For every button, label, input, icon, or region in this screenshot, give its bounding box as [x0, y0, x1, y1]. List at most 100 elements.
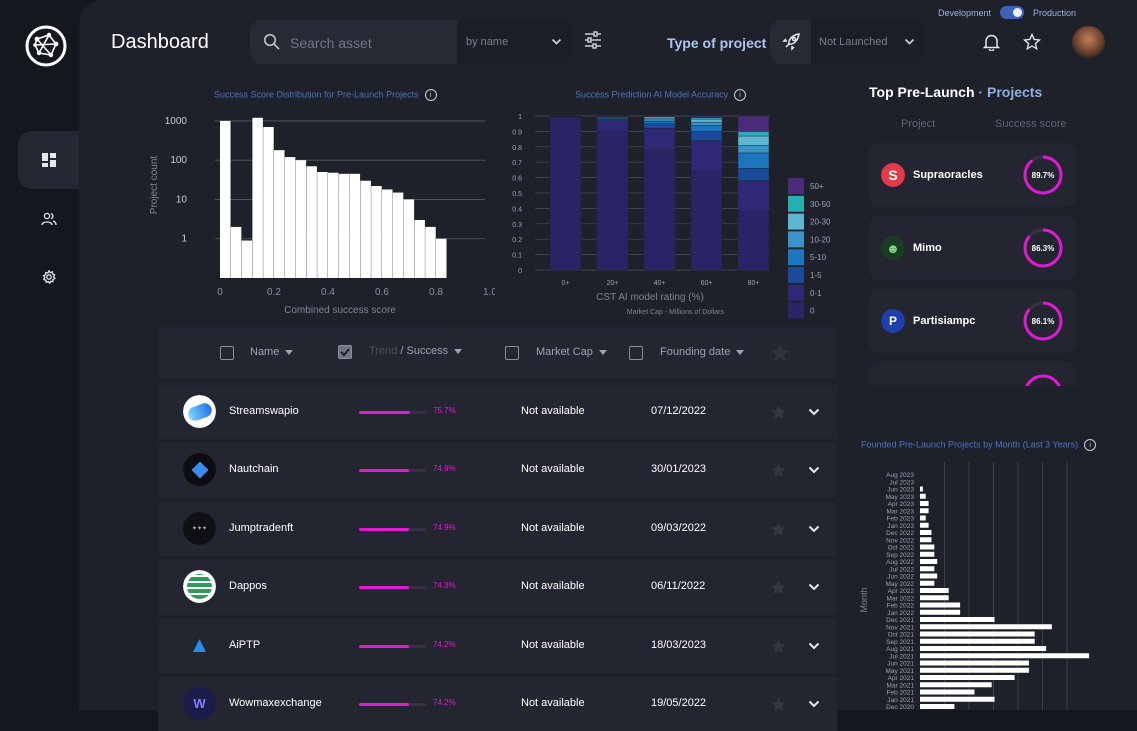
- info-icon[interactable]: i: [1084, 439, 1096, 451]
- project-type-select[interactable]: Not Launched: [770, 20, 925, 64]
- bell-icon[interactable]: [983, 33, 1000, 51]
- star-filter-icon[interactable]: [769, 342, 791, 364]
- info-icon[interactable]: i: [734, 89, 746, 101]
- accuracy-stack-segment: [550, 118, 581, 270]
- top-project-card[interactable]: PPartisiampc86.1%: [869, 289, 1076, 353]
- monthly-bar: [920, 545, 934, 550]
- nav-users[interactable]: [18, 190, 79, 248]
- search-by-select[interactable]: by name: [457, 20, 572, 64]
- project-name[interactable]: Nautchain: [229, 463, 279, 475]
- accuracy-stack-segment: [597, 121, 628, 132]
- monthly-y-tick: Jan 2023: [887, 523, 914, 530]
- accuracy-title: Success Prediction AI Model Accuracy: [575, 89, 728, 99]
- score-value: 89.7%: [1032, 171, 1055, 180]
- favorite-star-icon[interactable]: [770, 404, 787, 421]
- accuracy-stack-segment: [738, 181, 769, 212]
- success-score-gauge: 86.1%: [1022, 300, 1064, 342]
- sort-date-header[interactable]: Founding date: [660, 346, 744, 358]
- legend-swatch: [788, 178, 804, 194]
- project-type-value-box: Not Launched: [811, 20, 925, 64]
- accuracy-stack-segment: [597, 131, 628, 270]
- project-logo: ☻: [881, 236, 905, 260]
- accuracy-stack-segment: [738, 153, 769, 168]
- favorite-star-icon[interactable]: [770, 579, 787, 596]
- chevron-down-icon: [551, 36, 562, 47]
- table-row[interactable]: Nautchain74.9%Not available30/01/2023: [158, 443, 837, 497]
- nav-settings[interactable]: [18, 248, 79, 306]
- accuracy-x-tick: 0+: [562, 280, 570, 287]
- sort-name-header[interactable]: Name: [250, 346, 293, 358]
- select-success-checkbox[interactable]: [338, 345, 352, 359]
- favorite-star-icon[interactable]: [770, 521, 787, 538]
- monthly-y-tick: Oct 2021: [888, 632, 915, 639]
- table-row[interactable]: ▲AiPTP74.2%Not available18/03/2023: [158, 619, 837, 673]
- monthly-bar: [920, 624, 1052, 629]
- project-name[interactable]: Jumptradenft: [229, 522, 293, 534]
- search-input[interactable]: [288, 20, 460, 64]
- histogram-bar: [414, 220, 425, 278]
- project-name[interactable]: Wowmaxexchange: [229, 697, 322, 709]
- select-marketcap-checkbox[interactable]: [505, 346, 519, 360]
- monthly-y-tick: Mar 2023: [887, 508, 915, 515]
- favorite-star-icon[interactable]: [770, 462, 787, 479]
- top-col-project: Project: [901, 118, 935, 130]
- project-name[interactable]: Streamswapio: [229, 405, 299, 417]
- sort-success-header[interactable]: Trend / Success: [369, 345, 462, 357]
- favorites-star-icon[interactable]: [1023, 33, 1041, 51]
- table-row[interactable]: Dappos74.3%Not available06/11/2022: [158, 560, 837, 614]
- select-date-checkbox[interactable]: [629, 346, 643, 360]
- legend-swatch: [788, 214, 804, 230]
- user-avatar[interactable]: [1072, 26, 1105, 59]
- histogram-x-tick: 0.2: [267, 287, 281, 298]
- select-name-checkbox[interactable]: [220, 346, 234, 360]
- monthly-bar: [920, 603, 960, 608]
- table-row[interactable]: Streamswapio75.7%Not available07/12/2022: [158, 385, 837, 439]
- market-cap-value: Not available: [521, 639, 585, 651]
- project-name[interactable]: AiPTP: [229, 639, 260, 651]
- legend-label: 50+: [810, 182, 824, 191]
- favorite-star-icon[interactable]: [770, 696, 787, 713]
- monthly-y-tick: Mar 2021: [887, 682, 915, 689]
- monthly-bar: [920, 574, 937, 579]
- histogram-y-tick: 10: [176, 194, 188, 205]
- success-bar-fill: [359, 528, 409, 531]
- histogram-y-tick: 1: [181, 234, 187, 245]
- expand-chevron-icon[interactable]: [808, 641, 820, 651]
- project-name[interactable]: Dappos: [229, 580, 267, 592]
- monthly-bar: [920, 697, 995, 702]
- expand-chevron-icon[interactable]: [808, 699, 820, 709]
- monthly-bar: [920, 595, 949, 600]
- accuracy-stack-segment: [644, 121, 675, 123]
- filter-sliders-icon[interactable]: [584, 31, 602, 49]
- histogram-x-tick: 0.8: [429, 287, 443, 298]
- top-project-card[interactable]: SSupraoracles89.7%: [869, 143, 1076, 207]
- founding-date-value: 18/03/2023: [651, 639, 706, 651]
- histogram-bar: [436, 239, 447, 278]
- app-logo[interactable]: [25, 25, 67, 67]
- expand-chevron-icon[interactable]: [808, 582, 820, 592]
- expand-chevron-icon[interactable]: [808, 465, 820, 475]
- legend-swatch: [788, 249, 804, 265]
- project-name: Partisiampc: [913, 315, 975, 327]
- histogram-bar: [339, 174, 350, 278]
- project-name: Supraoracles: [913, 169, 983, 181]
- founding-date-value: 19/05/2022: [651, 697, 706, 709]
- monthly-y-tick: Sep 2021: [886, 639, 914, 646]
- info-icon[interactable]: i: [425, 89, 437, 101]
- table-row[interactable]: ✦✦✦Jumptradenft74.9%Not available09/03/2…: [158, 502, 837, 556]
- legend-label: 1-5: [810, 271, 822, 280]
- accuracy-x-label: CST AI model rating (%): [596, 292, 704, 303]
- top-project-card[interactable]: ☻Mimo86.3%: [869, 216, 1076, 280]
- accuracy-x-tick: 20+: [607, 280, 619, 287]
- favorite-star-icon[interactable]: [770, 638, 787, 655]
- table-row[interactable]: WWowmaxexchange74.2%Not available19/05/2…: [158, 677, 837, 731]
- env-switch[interactable]: [1000, 6, 1024, 19]
- expand-chevron-icon[interactable]: [808, 524, 820, 534]
- legend-label: 0: [810, 307, 815, 316]
- sort-marketcap-header[interactable]: Market Cap: [536, 346, 607, 358]
- expand-chevron-icon[interactable]: [808, 407, 820, 417]
- score-value: 86.1%: [1032, 317, 1055, 326]
- monthly-bar: [920, 537, 931, 542]
- nav-dashboard[interactable]: [18, 131, 79, 189]
- score-value: 86.3%: [1032, 244, 1055, 253]
